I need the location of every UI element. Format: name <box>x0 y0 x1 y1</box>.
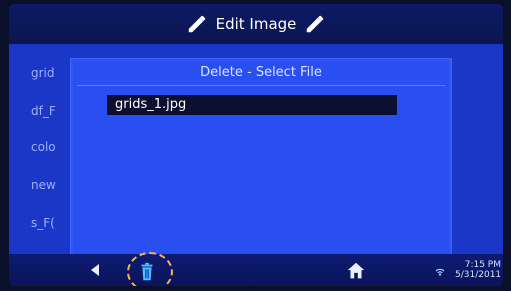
file-row[interactable]: grids_1.jpg <box>107 95 397 115</box>
date-text: 5/31/2011 <box>455 270 502 280</box>
home-icon[interactable] <box>345 260 367 282</box>
background-file-list: grid df_F colo new s_F( <box>9 44 69 254</box>
page-title: Edit Image <box>215 15 297 33</box>
list-item: s_F( <box>31 216 55 230</box>
pencil-icon <box>188 15 205 33</box>
back-arrow-icon[interactable] <box>87 262 103 278</box>
time-text: 7:15 PM <box>464 260 501 270</box>
list-item: df_F <box>31 104 56 118</box>
dialog-title: Delete - Select File <box>200 65 322 80</box>
header-bar: Edit Image <box>9 4 503 44</box>
clock: 7:15 PM 5/31/2011 <box>455 260 501 280</box>
footer-bar: 7:15 PM 5/31/2011 <box>9 252 503 286</box>
trash-button[interactable] <box>127 258 167 286</box>
wifi-icon <box>435 268 445 276</box>
trash-icon <box>141 262 153 281</box>
pencil-icon <box>307 15 324 33</box>
device-screen: Edit Image grid df_F colo new s_F( Delet… <box>9 4 503 286</box>
list-item: new <box>31 178 56 192</box>
dialog-divider <box>77 85 445 86</box>
list-item: colo <box>31 140 56 154</box>
delete-dialog: Delete - Select File grids_1.jpg <box>70 58 452 260</box>
list-item: grid <box>31 66 55 80</box>
